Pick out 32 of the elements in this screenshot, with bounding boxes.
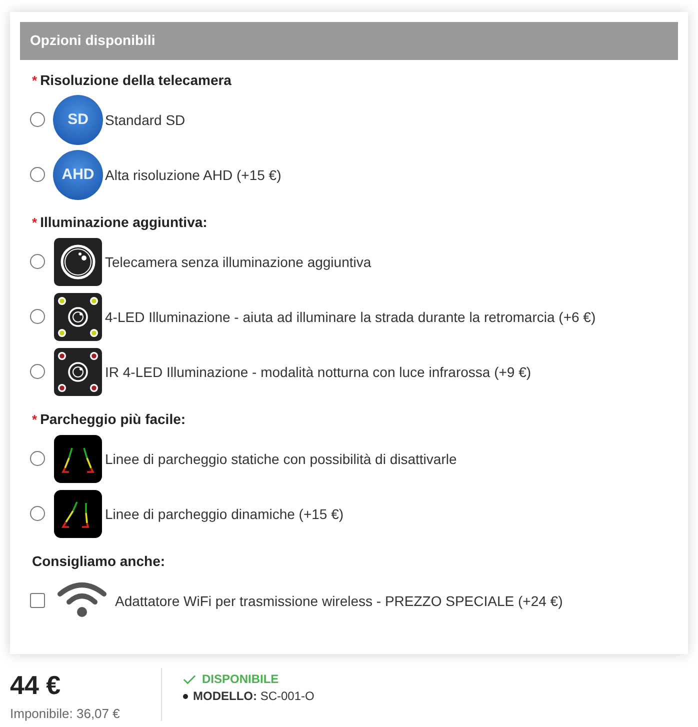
model-text: MODELLO: SC-001-O <box>193 689 314 703</box>
required-mark: * <box>32 73 38 88</box>
section-title: Illuminazione aggiuntiva: <box>40 214 208 230</box>
section-title: Risoluzione della telecamera <box>40 72 232 88</box>
net-price: Imponibile: 36,07 € <box>10 706 121 721</box>
check-icon <box>183 672 196 686</box>
option-label: Linee di parcheggio dinamiche (+15 €) <box>105 506 344 522</box>
radio-button[interactable] <box>30 364 45 379</box>
radio-button[interactable] <box>30 254 45 269</box>
radio-button[interactable] <box>30 167 45 182</box>
section-title: Consigliamo anche: <box>32 553 166 569</box>
option-label: Alta risoluzione AHD (+15 €) <box>105 166 282 182</box>
radio-button[interactable] <box>30 309 45 324</box>
radio-button[interactable] <box>30 112 45 127</box>
radio-button[interactable] <box>30 506 45 521</box>
radio-button[interactable] <box>30 451 45 466</box>
price: 44 € <box>10 669 62 702</box>
panel-title: Opzioni disponibili <box>30 32 156 48</box>
bullet-icon <box>183 694 188 698</box>
checkbox[interactable] <box>30 593 45 608</box>
resolution-badge: SD <box>53 94 103 144</box>
option-label: Adattatore WiFi per trasmissione wireless - PREZZO SPECIALE (+24 €) <box>115 592 563 608</box>
option-label: 4-LED Illuminazione - aiuta ad illuminare la strada durante la retromarcia (+6 €) <box>105 308 596 324</box>
availability-status: DISPONIBILE <box>202 672 279 686</box>
section-title: Parcheggio più facile: <box>40 411 186 427</box>
option-label: Telecamera senza illuminazione aggiuntiva <box>105 254 372 270</box>
option-label: Standard SD <box>105 112 186 128</box>
resolution-badge: AHD <box>53 150 103 200</box>
option-label: Linee di parcheggio statiche con possibilità di disattivarle <box>105 450 457 466</box>
option-label: IR 4-LED Illuminazione - modalità notturna con luce infrarossa (+9 €) <box>105 364 532 380</box>
required-mark: * <box>32 412 38 427</box>
required-mark: * <box>32 215 38 230</box>
